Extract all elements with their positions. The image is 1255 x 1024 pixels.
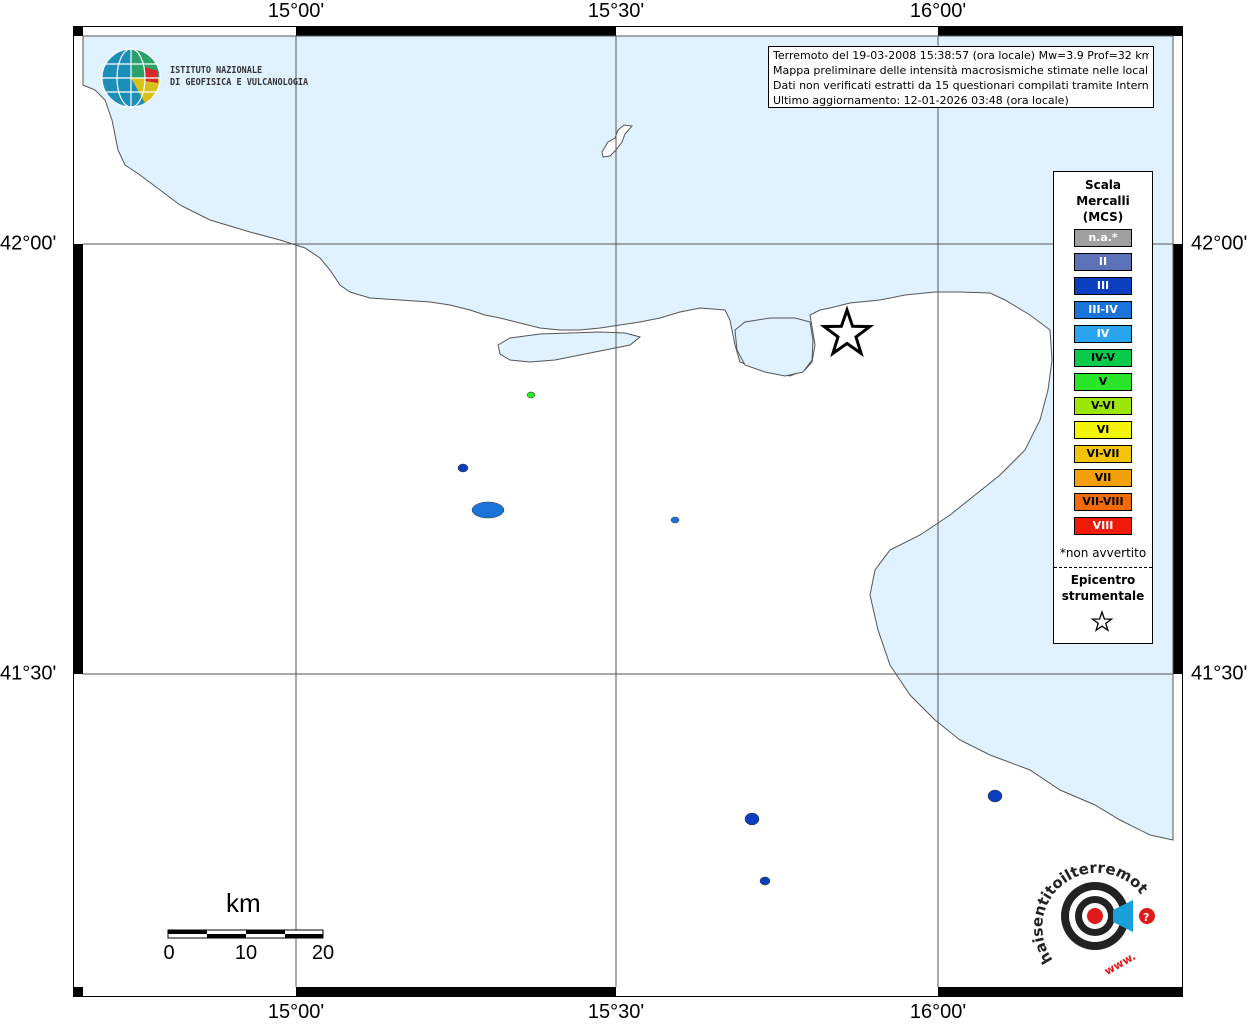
legend-item: II — [1074, 253, 1132, 271]
lon-label-bottom: 16°00' — [909, 1001, 967, 1023]
lon-label-bottom: 15°30' — [587, 1001, 645, 1023]
legend-note: *non avvertito — [1059, 546, 1147, 560]
legend-item: III-IV — [1074, 301, 1132, 319]
legend-title: Scala — [1084, 178, 1122, 192]
lon-label-bottom: 15°00' — [267, 1001, 325, 1023]
haisentito-logo[interactable]: ? haisentitoilterremoto.it www. — [1020, 846, 1165, 980]
legend-item: III — [1074, 277, 1132, 295]
legend-item: VI-VII — [1074, 445, 1132, 463]
legend-epicenter-label: Epicentro — [1070, 573, 1136, 587]
event-info-box: Terremoto del 19-03-2008 15:38:57 (ora l… — [768, 46, 1154, 108]
legend-item: n.a.* — [1074, 229, 1132, 247]
lon-label-top: 15°00' — [267, 0, 325, 22]
event-info-line: Dati non verificati estratti da 15 quest… — [773, 79, 1149, 92]
lat-label-right: 42°00' — [1191, 232, 1248, 255]
lat-label-left: 41°30' — [0, 662, 57, 685]
scale-label: 20 — [311, 942, 335, 964]
lat-label-right: 41°30' — [1191, 662, 1248, 685]
ingv-globe-icon — [101, 48, 161, 108]
scale-bar-graphic — [167, 929, 324, 939]
scale-label: 10 — [234, 942, 258, 964]
legend-item: IV — [1074, 325, 1132, 343]
legend-item: IV-V — [1074, 349, 1132, 367]
locality-marker[interactable] — [526, 391, 536, 399]
scale-label: 0 — [163, 942, 175, 964]
locality-marker[interactable] — [457, 463, 469, 473]
legend-item: V — [1074, 373, 1132, 391]
locality-marker[interactable] — [670, 516, 680, 524]
lon-label-top: 16°00' — [909, 0, 967, 22]
haisentito-target-icon: ? haisentitoilterremoto.it www. — [1020, 846, 1155, 978]
haisentito-www: www. — [1102, 950, 1138, 978]
locality-marker[interactable] — [471, 501, 505, 519]
locality-marker[interactable] — [987, 789, 1003, 803]
legend-epicenter-label: strumentale — [1061, 589, 1145, 603]
event-info-line: Terremoto del 19-03-2008 15:38:57 (ora l… — [773, 49, 1149, 62]
legend-item: VIII — [1074, 517, 1132, 535]
legend-title: (MCS) — [1082, 210, 1124, 224]
ingv-name-line1: ISTITUTO NAZIONALE — [170, 65, 263, 76]
locality-marker[interactable] — [744, 812, 760, 826]
legend-item: VI — [1074, 421, 1132, 439]
legend-item: VII-VIII — [1074, 493, 1132, 511]
event-info-line: Mappa preliminare delle intensità macros… — [773, 64, 1149, 77]
legend-item: VII — [1074, 469, 1132, 487]
svg-text:?: ? — [1143, 911, 1149, 924]
ingv-logo: ISTITUTO NAZIONALE DI GEOFISICA E VULCAN… — [100, 47, 330, 111]
event-info-line: Ultimo aggiornamento: 12-01-2026 03:48 (… — [773, 94, 1069, 107]
lat-label-left: 42°00' — [0, 232, 57, 255]
ingv-name-line2: DI GEOFISICA E VULCANOLOGIA — [170, 77, 309, 88]
legend-item: V-VI — [1074, 397, 1132, 415]
lon-label-top: 15°30' — [587, 0, 645, 22]
legend-title: Mercalli — [1076, 194, 1130, 208]
mcs-legend: Scala Mercalli (MCS) n.a.* II III III-IV IV I… — [1053, 171, 1153, 644]
epicenter-star-icon — [1090, 610, 1114, 632]
locality-marker[interactable] — [759, 876, 771, 886]
scale-bar: km 0 10 20 — [160, 885, 350, 970]
legend-separator — [1054, 567, 1152, 568]
